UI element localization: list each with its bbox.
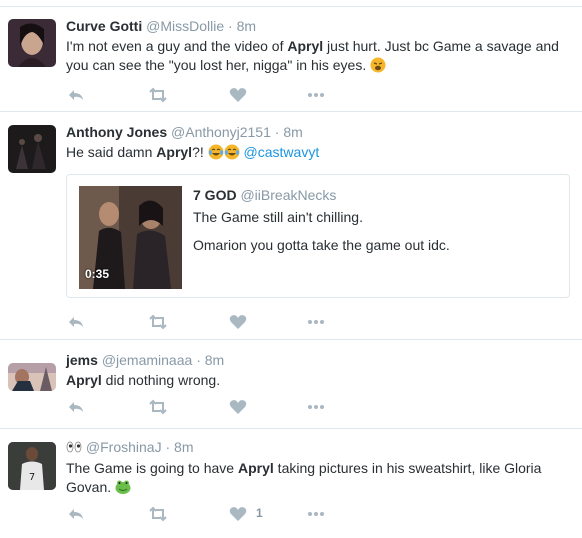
- video-thumbnail[interactable]: 0:35: [79, 186, 182, 289]
- avatar[interactable]: [8, 363, 56, 391]
- timestamp[interactable]: 8m: [205, 352, 224, 368]
- timestamp[interactable]: 8m: [237, 18, 256, 34]
- highlighted-term: Apryl: [287, 38, 324, 54]
- mention-link[interactable]: @castwavyt: [244, 144, 320, 160]
- like-icon[interactable]: [228, 504, 248, 524]
- highlighted-term: Apryl: [66, 372, 102, 388]
- quoted-tweet-card[interactable]: 0:35 7 GOD @iiBreakNecks The Game still …: [66, 174, 570, 298]
- svg-text:7: 7: [29, 472, 35, 483]
- tweet[interactable]: Anthony Jones @Anthonyj2151 · 8m He said…: [0, 111, 582, 338]
- display-name[interactable]: jems: [66, 352, 98, 368]
- text-segment: The Game is going to have: [66, 460, 238, 476]
- like-icon[interactable]: [228, 397, 248, 417]
- avatar[interactable]: [8, 19, 56, 67]
- retweet-icon[interactable]: [148, 312, 168, 332]
- separator: ·: [274, 124, 280, 140]
- video-duration: 0:35: [85, 267, 110, 281]
- tweet[interactable]: jems @jemaminaaa · 8m Apryl did nothing …: [0, 339, 582, 427]
- tears-of-joy-emoji-icon: [224, 144, 240, 160]
- more-icon[interactable]: [306, 85, 326, 105]
- username[interactable]: @MissDollie: [146, 18, 224, 34]
- highlighted-term: Apryl: [238, 460, 274, 476]
- quoted-line: Omarion you gotta take the game out idc.: [193, 237, 450, 253]
- username[interactable]: @FroshinaJ: [86, 439, 162, 455]
- separator: ·: [165, 439, 171, 455]
- text-segment: ?!: [192, 144, 208, 160]
- reply-icon[interactable]: [66, 85, 86, 105]
- tweet[interactable]: Curve Gotti @MissDollie · 8m I'm not eve…: [0, 6, 582, 110]
- username[interactable]: @Anthonyj2151: [171, 124, 271, 140]
- separator: ·: [228, 18, 233, 34]
- display-name[interactable]: Curve Gotti: [66, 18, 142, 34]
- highlighted-term: Apryl: [156, 144, 193, 160]
- username[interactable]: @jemaminaaa: [102, 352, 192, 368]
- retweet-icon[interactable]: [148, 397, 168, 417]
- separator: ·: [196, 352, 201, 368]
- frog-emoji-icon: [115, 479, 131, 495]
- like-count[interactable]: 1: [256, 506, 263, 520]
- text-segment: did nothing wrong.: [101, 372, 221, 388]
- eyes-emoji-icon: [66, 440, 82, 455]
- tweet[interactable]: 7 @FroshinaJ · 8m The Game is going to h…: [0, 428, 582, 538]
- tweet-header: Anthony Jones @Anthonyj2151 · 8m: [66, 123, 574, 141]
- like-icon[interactable]: [228, 312, 248, 332]
- text-segment: He said damn: [66, 144, 157, 160]
- tweet-text: I'm not even a guy and the video of Apry…: [66, 37, 574, 75]
- retweet-icon[interactable]: [148, 85, 168, 105]
- avatar[interactable]: [8, 125, 56, 173]
- more-icon[interactable]: [306, 504, 326, 524]
- more-icon[interactable]: [306, 312, 326, 332]
- timestamp[interactable]: 8m: [283, 124, 302, 140]
- quoted-tweet-text: The Game still ain't chilling. Omarion y…: [193, 208, 553, 255]
- tweet-header: jems @jemaminaaa · 8m: [66, 351, 574, 369]
- display-name[interactable]: Anthony Jones: [66, 124, 167, 140]
- tweet-text: The Game is going to have Apryl taking p…: [66, 459, 574, 497]
- reply-icon[interactable]: [66, 397, 86, 417]
- reply-icon[interactable]: [66, 312, 86, 332]
- retweet-icon[interactable]: [148, 504, 168, 524]
- text-segment: I'm not even a guy and the video of: [66, 38, 288, 54]
- weary-face-emoji-icon: [370, 57, 386, 73]
- like-icon[interactable]: [228, 85, 248, 105]
- more-icon[interactable]: [306, 397, 326, 417]
- tweet-text: He said damn Apryl?! @castwavyt: [66, 143, 574, 162]
- quoted-display-name[interactable]: 7 GOD: [193, 187, 237, 203]
- quoted-line: The Game still ain't chilling.: [193, 209, 363, 225]
- avatar[interactable]: 7: [8, 442, 56, 490]
- quoted-tweet-header: 7 GOD @iiBreakNecks: [193, 187, 336, 203]
- timestamp[interactable]: 8m: [174, 439, 193, 455]
- tweet-header: @FroshinaJ · 8m: [66, 438, 574, 457]
- tweet-text: Apryl did nothing wrong.: [66, 371, 574, 390]
- tweet-header: Curve Gotti @MissDollie · 8m: [66, 17, 574, 35]
- tweet-feed: Curve Gotti @MissDollie · 8m I'm not eve…: [0, 0, 582, 538]
- reply-icon[interactable]: [66, 504, 86, 524]
- tears-of-joy-emoji-icon: [208, 144, 224, 160]
- quoted-username[interactable]: @iiBreakNecks: [240, 187, 336, 203]
